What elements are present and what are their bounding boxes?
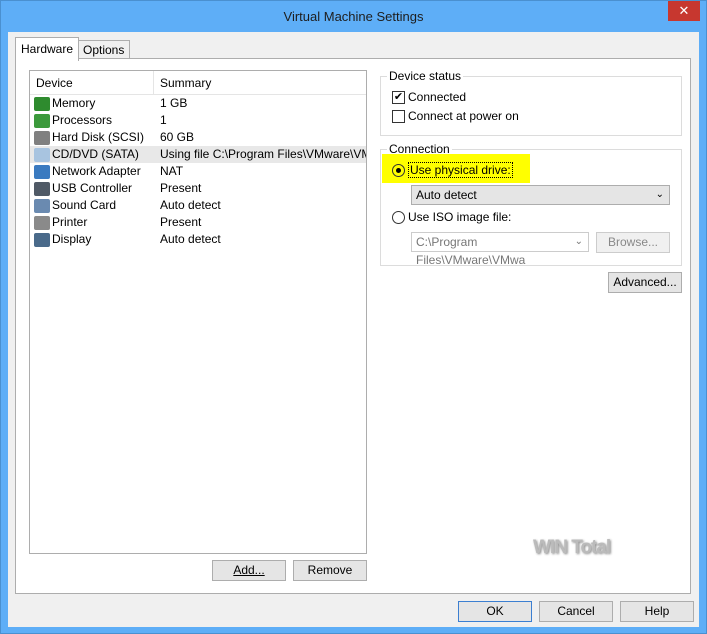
device-row-display[interactable]: Display Auto detect <box>30 231 366 248</box>
device-summary: Auto detect <box>160 232 221 246</box>
device-summary: Present <box>160 181 202 195</box>
device-name: Display <box>52 232 92 246</box>
device-cell: Display <box>30 231 154 248</box>
device-summary: NAT <box>160 164 184 178</box>
add-label: Add... <box>233 563 265 577</box>
column-summary[interactable]: Summary <box>154 71 211 94</box>
close-button[interactable]: ✕ <box>668 1 700 21</box>
help-button[interactable]: Help <box>620 601 694 622</box>
connected-label: Connected <box>408 90 467 104</box>
ok-button[interactable]: OK <box>458 601 532 622</box>
device-list[interactable]: Device Summary Memory 1 GB Processors 1 Hard… <box>29 70 367 554</box>
device-summary: 60 GB <box>160 130 195 144</box>
device-row-network-adapter[interactable]: Network Adapter NAT <box>30 163 366 180</box>
connect-at-power-on-checkbox[interactable]: Connect at power on <box>392 109 519 123</box>
device-row-sound-card[interactable]: Sound Card Auto detect <box>30 197 366 214</box>
physical-drive-label: Use physical drive: <box>408 162 513 178</box>
device-row-hard-disk-scsi[interactable]: Hard Disk (SCSI) 60 GB <box>30 129 366 146</box>
device-cell: USB Controller <box>30 180 154 197</box>
dialog-window: Virtual Machine Settings ✕ Hardware Opti… <box>0 0 707 634</box>
device-summary: Auto detect <box>160 198 221 212</box>
browse-button[interactable]: Browse... <box>596 232 670 253</box>
device-name: Memory <box>52 96 96 110</box>
device-cell: Sound Card <box>30 197 154 214</box>
usb-icon <box>34 181 50 196</box>
device-row-memory[interactable]: Memory 1 GB <box>30 95 366 112</box>
device-cell: Printer <box>30 214 154 231</box>
window-title: Virtual Machine Settings <box>283 9 424 24</box>
device-status-legend: Device status <box>387 69 464 83</box>
device-row-processors[interactable]: Processors 1 <box>30 112 366 129</box>
device-cell: Hard Disk (SCSI) <box>30 129 154 146</box>
cancel-button[interactable]: Cancel <box>539 601 613 622</box>
tab-options[interactable]: Options <box>77 40 131 59</box>
device-cell: CD/DVD (SATA) <box>30 146 154 163</box>
advanced-button[interactable]: Advanced... <box>608 272 682 293</box>
device-name: USB Controller <box>52 181 133 195</box>
printer-icon <box>34 215 50 230</box>
sound-card-icon <box>34 198 50 213</box>
iso-path-value: C:\Program Files\VMware\VMwa <box>416 235 526 267</box>
chevron-down-icon: ⌄ <box>574 236 583 247</box>
hard-disk-icon <box>34 130 50 145</box>
physical-drive-select[interactable]: Auto detect ⌄ <box>411 185 670 205</box>
display-icon <box>34 232 50 247</box>
network-adapter-icon <box>34 164 50 179</box>
use-physical-drive-radio[interactable]: Use physical drive: <box>392 162 513 178</box>
tab-hardware[interactable]: Hardware <box>15 37 80 61</box>
device-name: Network Adapter <box>52 164 141 178</box>
hardware-panel: Device Summary Memory 1 GB Processors 1 Hard… <box>15 58 691 594</box>
device-status-group: Device status ✔ Connected Connect at powe… <box>380 69 682 136</box>
device-cell: Memory <box>30 95 154 112</box>
device-name: Printer <box>52 215 88 229</box>
device-name: Hard Disk (SCSI) <box>52 130 145 144</box>
processor-icon <box>34 113 50 128</box>
device-summary: 1 GB <box>160 96 188 110</box>
device-cell: Processors <box>30 112 154 129</box>
connect-power-on-label: Connect at power on <box>408 109 519 123</box>
remove-button[interactable]: Remove <box>293 560 367 581</box>
add-button[interactable]: Add... <box>212 560 286 581</box>
radio-icon <box>392 210 405 224</box>
iso-label: Use ISO image file: <box>408 210 512 224</box>
device-row-cd-dvd-sata[interactable]: CD/DVD (SATA) Using file C:\Program Files… <box>30 146 366 163</box>
radio-selected-icon <box>392 163 405 177</box>
device-summary: Using file C:\Program Files\VMware\VM... <box>160 147 366 161</box>
memory-icon <box>34 96 50 111</box>
drive-value: Auto detect <box>416 188 477 202</box>
checkmark-icon: ✔ <box>392 90 405 104</box>
device-name: Processors <box>52 113 113 127</box>
iso-path-combobox[interactable]: C:\Program Files\VMware\VMwa ⌄ <box>411 232 589 267</box>
device-row-usb-controller[interactable]: USB Controller Present <box>30 180 366 197</box>
watermark-logo: WIN Total <box>533 537 611 558</box>
list-header: Device Summary <box>30 71 366 95</box>
column-device[interactable]: Device <box>30 71 154 94</box>
device-row-printer[interactable]: Printer Present <box>30 214 366 231</box>
cd-dvd-icon <box>34 147 50 162</box>
device-name: Sound Card <box>52 198 117 212</box>
chevron-down-icon: ⌄ <box>655 189 664 200</box>
device-cell: Network Adapter <box>30 163 154 180</box>
use-iso-image-radio[interactable]: Use ISO image file: <box>392 210 511 224</box>
device-name: CD/DVD (SATA) <box>52 147 139 161</box>
connected-checkbox[interactable]: ✔ Connected <box>392 90 466 104</box>
checkbox-box <box>392 109 405 123</box>
dialog-client: Hardware Options Device Summary Memory 1 … <box>8 32 699 627</box>
device-summary: 1 <box>160 113 167 127</box>
device-summary: Present <box>160 215 202 229</box>
connection-group: Connection Use physical drive: Auto dete… <box>380 142 682 267</box>
